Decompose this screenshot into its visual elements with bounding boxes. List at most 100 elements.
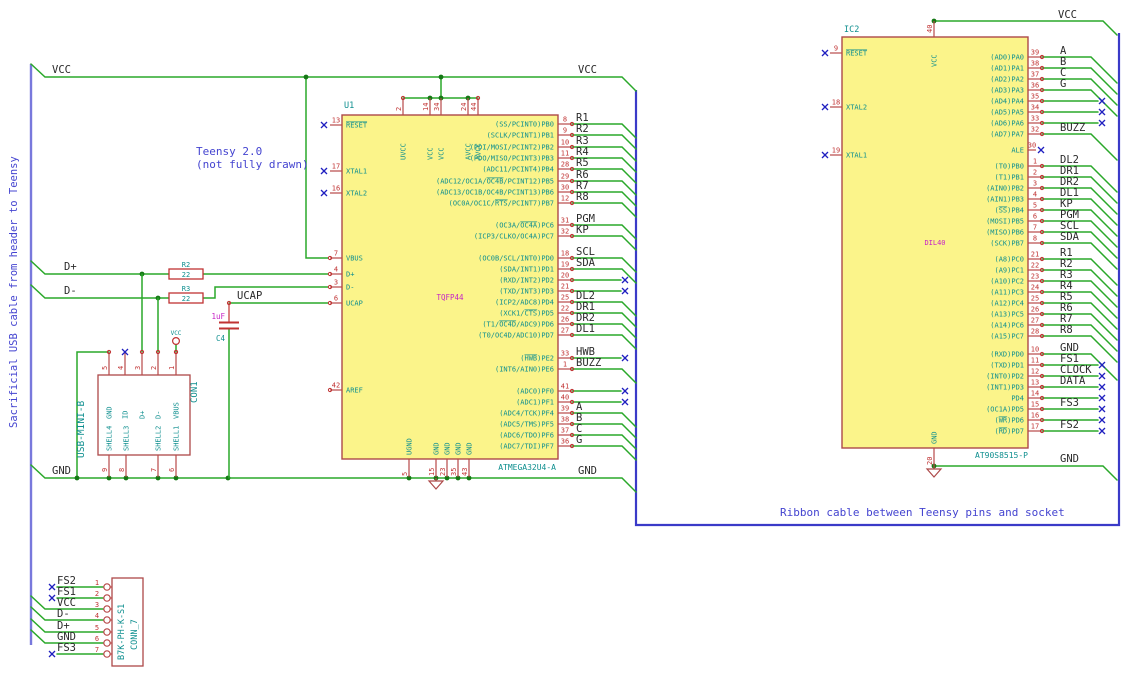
u1-pin-number: 10 [561,139,569,147]
net-label-kp: KP [576,224,589,236]
u1-pin-number: 12 [561,195,569,203]
no-connect-icon [320,189,328,197]
ic2-pin-name: XTAL2 [846,104,867,112]
con1-pin-number: 6 [168,468,176,472]
ic2-part-name: AT90S8515-P [975,451,1028,460]
conn7-pin-number: 5 [95,624,99,632]
u1-pin-number: 43 [461,468,469,476]
vcc-symbol-label: VCC [171,330,182,337]
ic2-pin-name: (AD7)PA7 [990,131,1024,139]
u1-pin-number: 29 [561,173,569,181]
r3-refdes: R3 [182,285,190,293]
u1-pin-name: (SDA/INT1)PD1 [499,266,554,274]
ic2-pin-number: 11 [1031,357,1039,365]
r2-symbol[interactable]: R222 [168,261,204,280]
u1-pin-name: (ADC11/PCINT4)PB4 [482,166,554,174]
u1-pin-name: GND [455,442,463,455]
ic2-pin-name: (OC1A)PD5 [986,406,1024,414]
ic2-pin-name: (T1)PB1 [994,174,1024,182]
u1-pin-name: UCAP [346,300,363,308]
con1-pin-name: SHELL3 [123,426,131,451]
ic2-pin-number: 34 [1031,104,1039,112]
u1-pin-number: 7 [334,250,338,258]
no-connect-icon [621,287,629,295]
component-layer: U1TQFP44ATMEGA32U4-A13RESET17XTAL116XTAL… [48,21,1045,667]
u1-pin-name: (HWB)PE2 [520,355,554,363]
vcc-symbol: VCC [171,330,182,355]
ic2-pin-number: 15 [1031,401,1039,409]
no-connect-icon [48,583,56,591]
u1-pin-number: 34 [433,103,441,111]
c4-symbol[interactable]: 1uF C4 [211,300,239,343]
conn7-part-name: B7K-PH-K-S1 [117,604,127,660]
con1-pin-number: 5 [101,366,109,370]
u1-pin-number: 28 [561,161,569,169]
no-connect-icon [1037,146,1045,154]
u1-pin-name: GND [433,442,441,455]
ic2-pin-name: (A10)PC2 [990,278,1024,286]
note-ribbon-cable: Ribbon cable between Teensy pins and soc… [780,506,1065,519]
no-connect-icon [621,276,629,284]
u1-pin-number: 26 [561,316,569,324]
u1-pin-number: 42 [332,382,340,390]
ic2-pin-name: (A8)PC0 [994,256,1024,264]
ic2-pin-number: 23 [1031,273,1039,281]
ic2-pin-number: 17 [1031,423,1039,431]
ic2-pin-number: 9 [834,45,838,53]
net-label-buzz: BUZZ [1060,122,1085,134]
ic2-pin-number: 35 [1031,93,1039,101]
u1-pin-number: 11 [561,150,569,158]
con1-symbol[interactable]: USB-MINI-B CON1 5 GND 4 ID 3 D+ 2 D- 1 VBUS 9 SHELL4 8… [76,348,200,477]
no-connect-icon [1098,119,1106,127]
net-label-vcc: VCC [1058,9,1077,21]
r3-value: 22 [182,295,190,303]
u1-pin-name: GND [466,442,474,455]
u1-pin-name: (RXD/INT2)PD2 [499,277,554,285]
u1-pin-name: GND [444,442,452,455]
u1-pin-number: 36 [561,438,569,446]
ic2-pin-number: 40 [926,25,934,33]
no-connect-icon [1098,383,1106,391]
u1-pin-name: AVCC [475,143,483,160]
net-label-r8: R8 [576,191,589,203]
net-label-sda: SDA [576,257,596,269]
wire [30,284,170,299]
u1-pin-name: (XCK1/CTS)PD5 [499,310,554,318]
r2-refdes: R2 [182,261,190,269]
u1-pin-name: (ADC12/OC1A/OC4B/PCINT12)PB5 [436,178,554,186]
ic2-pin-name: (AD0)PA0 [990,54,1024,62]
wire [571,445,637,461]
u1-pin-name: XTAL2 [346,190,367,198]
ic2-pin-number: 30 [1028,142,1036,150]
u1-pin-number: 4 [334,266,338,274]
conn7-pin-5: 5 [95,624,112,636]
u1-pin-name: D+ [346,271,354,279]
net-label-vcc: VCC [52,64,71,76]
u1-pin-name: VCC [438,147,446,160]
u1-pin-name: (ADC5/TMS)PF5 [499,421,554,429]
u1-package: TQFP44 [436,293,464,302]
u1-pin-name: RESET [346,122,368,130]
ic2-symbol[interactable]: IC2DIL40AT90S8515-P9RESET18XTAL219XTAL13… [821,21,1045,466]
u1-symbol[interactable]: U1TQFP44ATMEGA32U4-A13RESET17XTAL116XTAL… [320,95,575,477]
net-label-fs3: FS3 [1060,397,1079,409]
net-label-d+: D+ [64,261,77,273]
wire [933,465,1118,481]
u1-pin-name: (ADC0)PF0 [516,388,554,396]
u1-pin-number: 14 [422,103,430,111]
u1-pin-name: (T0/OC4D/ADC10)PD7 [478,332,554,340]
u1-pin-number: 6 [334,295,338,303]
net-label-sda: SDA [1060,231,1080,243]
net-label-vcc: VCC [578,64,597,76]
r3-symbol[interactable]: R322 [168,285,204,304]
net-label-r2: R2 [576,123,589,135]
c4-value: 1uF [211,312,225,321]
ic2-pin-name: (RD)PD7 [994,428,1024,436]
con1-part-name: USB-MINI-B [76,401,87,458]
u1-pin-number: 20 [561,272,569,280]
conn7-pin-number: 3 [95,601,99,609]
u1-pin-name: UGND [406,438,414,455]
net-label-gnd: GND [1060,453,1079,465]
ic2-pin-name: (AD1)PA1 [990,65,1024,73]
ic2-pin-number: 21 [1031,251,1039,259]
